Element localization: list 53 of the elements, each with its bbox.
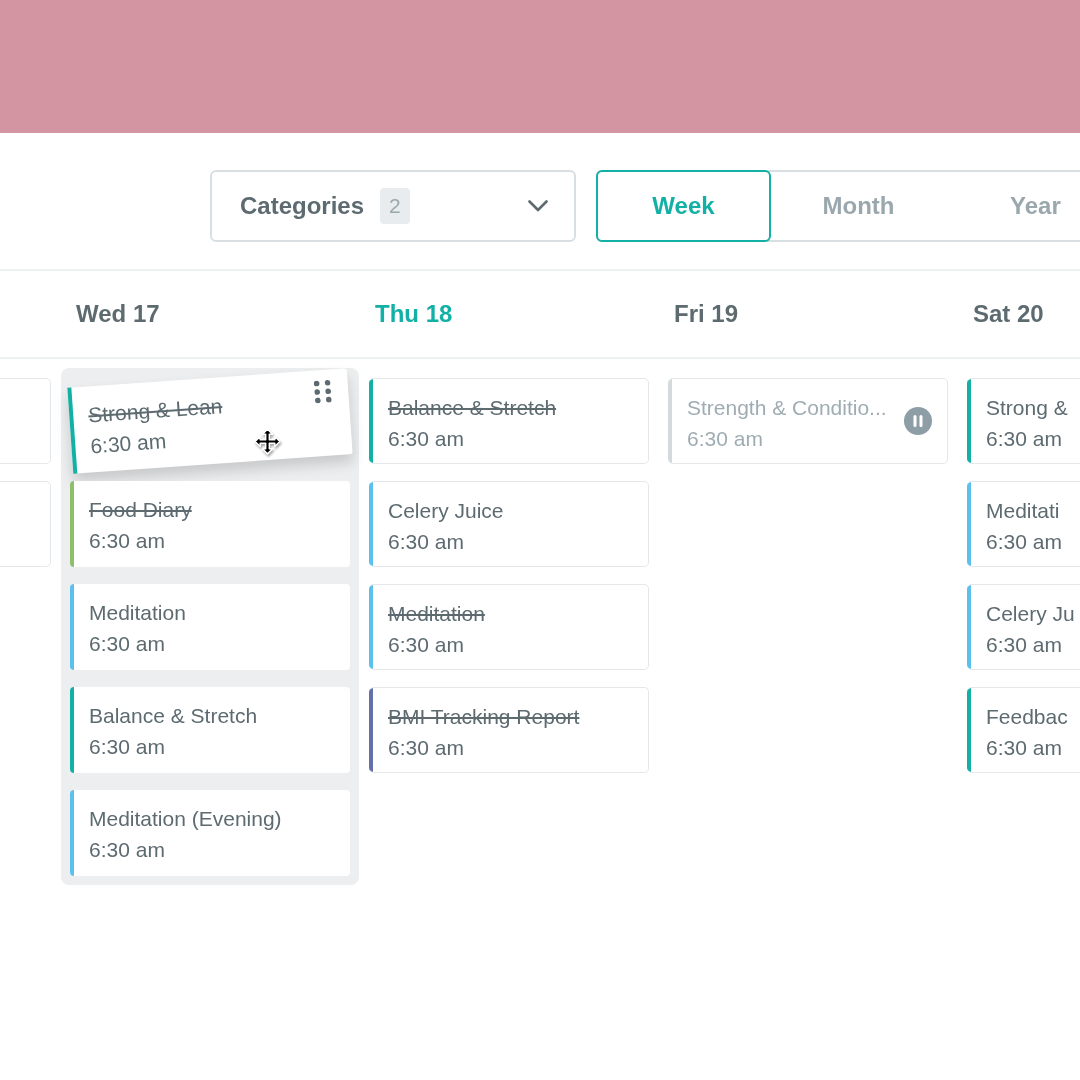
- event-title: Food Diary: [89, 497, 192, 523]
- drag-handle-icon: [313, 379, 332, 404]
- event-card[interactable]: Balance & Stretch 6:30 am: [70, 687, 350, 773]
- day-header: Thu 18: [374, 299, 454, 329]
- event-card[interactable]: Celery Juice 6:30 am: [369, 481, 649, 567]
- event-card[interactable]: Meditation 6:30 am: [369, 584, 649, 670]
- event-time: 6:30 am: [986, 529, 1062, 555]
- event-time: 6:30 am: [89, 528, 165, 554]
- event-card[interactable]: [0, 378, 51, 464]
- event-time: 6:30 am: [89, 631, 165, 657]
- event-title: Meditation (Evening): [89, 806, 282, 832]
- event-card[interactable]: Balance & Stretch 6:30 am: [369, 378, 649, 464]
- event-title: Meditati: [986, 498, 1060, 524]
- event-card[interactable]: Celery Ju 6:30 am: [967, 584, 1080, 670]
- pause-icon: [904, 407, 932, 435]
- categories-dropdown[interactable]: Categories 2: [210, 170, 576, 242]
- event-card[interactable]: Meditation 6:30 am: [70, 584, 350, 670]
- event-time: 6:30 am: [687, 426, 763, 452]
- event-time: 6:30 am: [388, 426, 464, 452]
- day-header: Sat 20: [972, 299, 1045, 329]
- event-title: Meditation: [388, 601, 485, 627]
- event-card[interactable]: Meditati 6:30 am: [967, 481, 1080, 567]
- count-badge: 2: [380, 188, 410, 224]
- event-card[interactable]: Strong & Lean 6:30 am: [67, 368, 353, 474]
- event-card[interactable]: Feedbac 6:30 am: [967, 687, 1080, 773]
- event-time: 6:30 am: [89, 428, 168, 460]
- move-cursor-icon: [254, 428, 281, 455]
- event-title: Celery Juice: [388, 498, 504, 524]
- event-title: Celery Ju: [986, 601, 1075, 627]
- event-title: Feedbac: [986, 704, 1068, 730]
- event-title: Meditation: [89, 600, 186, 626]
- event-title: Strong & Lean: [87, 393, 224, 429]
- event-time: 6:30 am: [388, 529, 464, 555]
- event-time: 6:30 am: [89, 734, 165, 760]
- event-time: 6:30 am: [986, 632, 1062, 658]
- event-time: 6:30 am: [986, 426, 1062, 452]
- event-title: BMI Tracking Report: [388, 704, 580, 730]
- chevron-down-icon: [528, 200, 548, 212]
- event-time: 6:30 am: [89, 837, 165, 863]
- event-time: 6:30 am: [388, 632, 464, 658]
- event-card[interactable]: Strong & 6:30 am: [967, 378, 1080, 464]
- day-header: Fri 19: [673, 299, 740, 329]
- event-card[interactable]: [0, 481, 51, 567]
- event-title: Balance & Stretch: [388, 395, 557, 421]
- event-time: 6:30 am: [986, 735, 1062, 761]
- event-time: 6:30 am: [388, 735, 464, 761]
- event-card[interactable]: Meditation (Evening) 6:30 am: [70, 790, 350, 876]
- event-title: Balance & Stretch: [89, 703, 258, 729]
- event-title: Strong &: [986, 395, 1068, 421]
- event-card[interactable]: Food Diary 6:30 am: [70, 481, 350, 567]
- event-title: Strength & Conditio...: [687, 395, 887, 421]
- event-card[interactable]: BMI Tracking Report 6:30 am: [369, 687, 649, 773]
- day-header: Wed 17: [75, 299, 161, 329]
